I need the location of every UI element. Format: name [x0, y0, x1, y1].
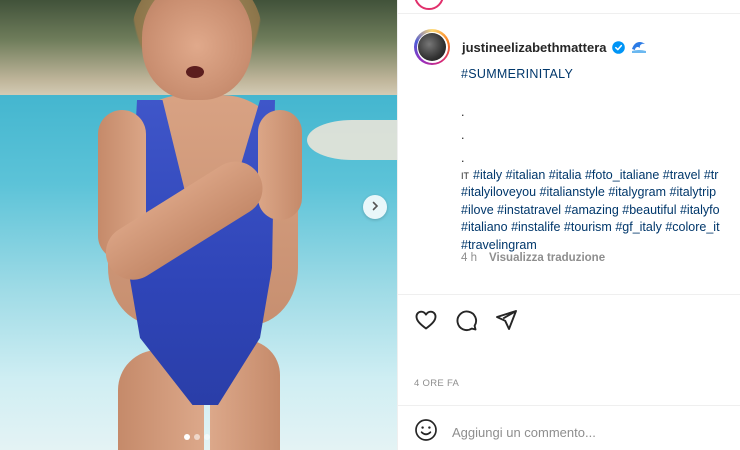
photo-subject-arm	[258, 110, 302, 220]
carousel-dot	[194, 434, 200, 440]
photo-subject-head	[142, 0, 252, 100]
speech-bubble-icon[interactable]	[454, 308, 478, 332]
hashtag-link[interactable]: #gf_italy	[615, 220, 662, 234]
hashtag-line: #italyiloveyou #italianstyle #italygram …	[461, 184, 740, 202]
hashtag-line: #italiano #instalife #tourism #gf_italy …	[461, 219, 740, 237]
hashtag-link[interactable]: #italygram	[608, 185, 666, 199]
hashtag-link[interactable]: #tourism	[564, 220, 612, 234]
author-avatar[interactable]	[414, 29, 450, 65]
smiley-icon[interactable]	[414, 418, 438, 447]
hashtag-link[interactable]: #italy	[473, 168, 502, 182]
carousel-next-button[interactable]	[363, 195, 387, 219]
carousel-dots	[184, 434, 210, 440]
post-side-panel: justineelizabethmattera #SUMMERINITALY .…	[397, 0, 740, 450]
hashtag-line: #ilove #instatravel #amazing #beautiful …	[461, 202, 740, 220]
post-caption: #SUMMERINITALY . . . IT #italy #italian #…	[461, 66, 740, 254]
post-media[interactable]	[0, 0, 397, 450]
hashtag-link[interactable]: #travelingram	[461, 238, 537, 252]
hashtag-link[interactable]: #colore_it	[665, 220, 719, 234]
hashtag-link[interactable]: #beautiful	[622, 203, 676, 217]
previous-comment-strip	[398, 0, 740, 14]
hashtag-link[interactable]: #travel	[663, 168, 701, 182]
comment-input[interactable]	[452, 425, 732, 440]
avatar-image	[418, 33, 446, 61]
hashtag-link[interactable]: #italytrip	[670, 185, 717, 199]
hashtag-link[interactable]: #amazing	[565, 203, 619, 217]
action-bar	[414, 308, 518, 332]
author-row: justineelizabethmattera	[414, 29, 647, 65]
caption-meta: 4 h Visualizza traduzione	[461, 252, 605, 264]
translate-link[interactable]: Visualizza traduzione	[489, 252, 605, 264]
hashtag-link[interactable]: #italiano	[461, 220, 508, 234]
hashtag-line: IT #italy #italian #italia #foto_italiane…	[461, 167, 740, 185]
verified-badge-icon	[611, 40, 625, 54]
chevron-right-icon	[370, 198, 380, 216]
hashtag-link[interactable]: #italian	[506, 168, 546, 182]
hashtag-link[interactable]: #italyfo	[680, 203, 720, 217]
wave-emoji-icon	[631, 40, 647, 54]
hashtag-link[interactable]: #italia	[549, 168, 582, 182]
hashtag-link[interactable]: #tr	[704, 168, 719, 182]
carousel-dot	[204, 434, 210, 440]
carousel-dot	[184, 434, 190, 440]
caption-hashtags: IT #italy #italian #italia #foto_italiane…	[461, 167, 740, 255]
pool-edge	[307, 120, 397, 160]
caption-dot: .	[461, 150, 465, 165]
caption-headline[interactable]: #SUMMERINITALY	[461, 66, 740, 84]
hashtag-link[interactable]: #ilove	[461, 203, 494, 217]
paper-plane-icon[interactable]	[494, 308, 518, 332]
post-age: 4 h	[461, 252, 477, 264]
author-username[interactable]: justineelizabethmattera	[462, 40, 607, 55]
language-prefix: IT	[461, 170, 469, 181]
photo-subject-mouth	[186, 66, 204, 78]
caption-dot: .	[461, 127, 465, 142]
hashtag-link[interactable]: #italianstyle	[540, 185, 605, 199]
comment-composer	[414, 418, 732, 447]
divider	[398, 294, 740, 295]
heart-icon[interactable]	[414, 308, 438, 332]
post-timestamp: 4 ORE FA	[414, 378, 460, 389]
hashtag-link[interactable]: #instalife	[511, 220, 560, 234]
hashtag-link[interactable]: #italyiloveyou	[461, 185, 536, 199]
divider	[398, 405, 740, 406]
caption-dot: .	[461, 104, 465, 119]
hashtag-link[interactable]: #foto_italiane	[585, 168, 659, 182]
avatar	[414, 0, 444, 10]
hashtag-link[interactable]: #instatravel	[497, 203, 561, 217]
